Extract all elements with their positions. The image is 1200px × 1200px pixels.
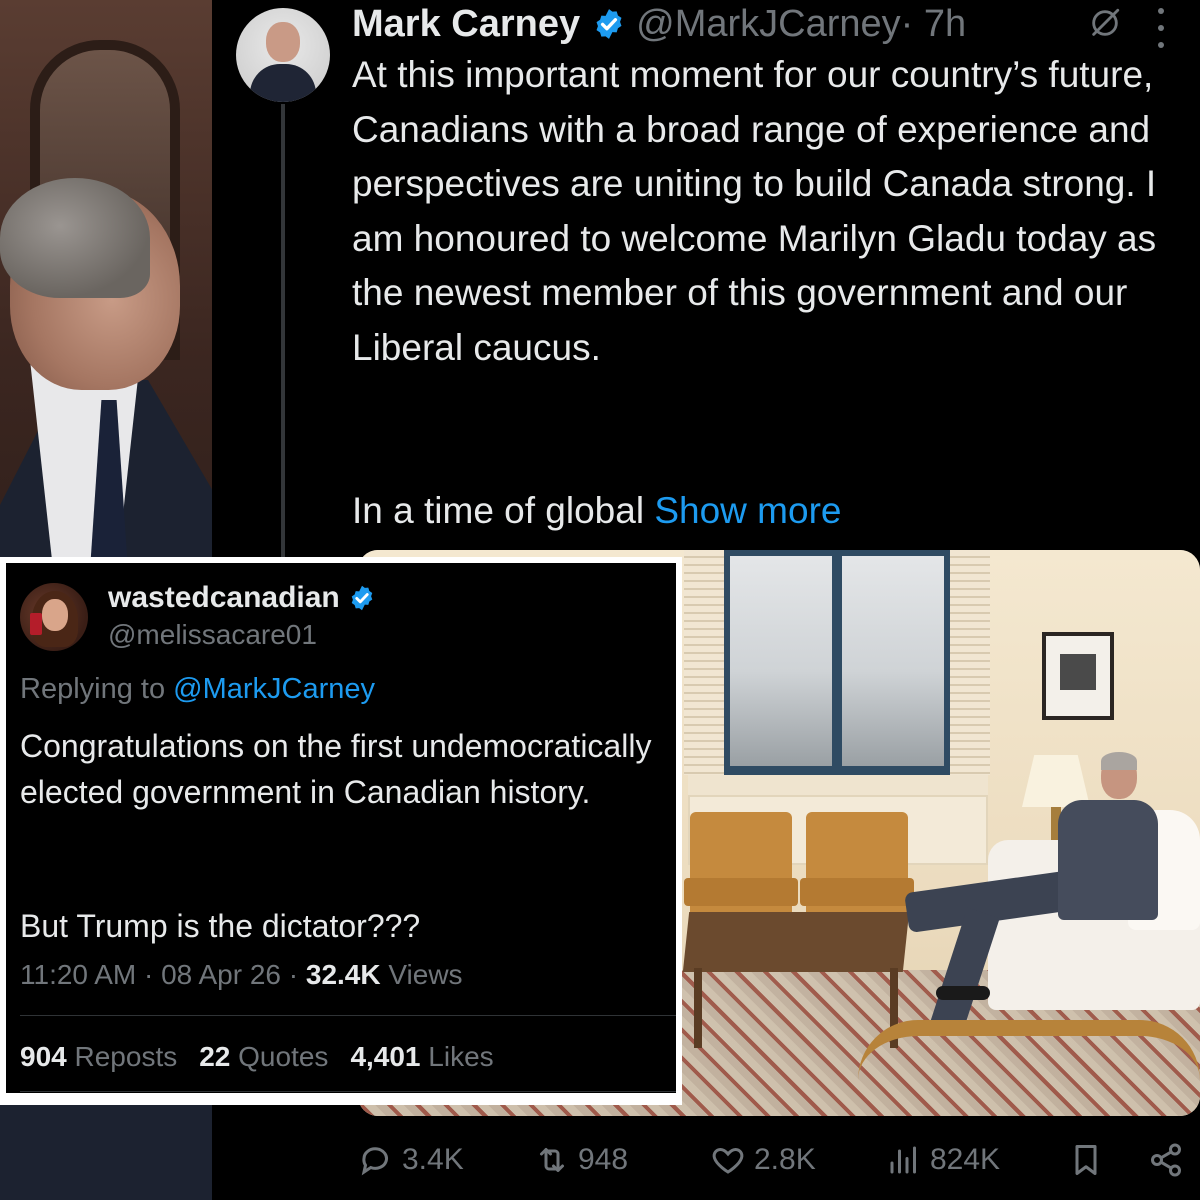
views-button[interactable]: 824K: [886, 1142, 1000, 1178]
analytics-icon: [890, 1146, 916, 1174]
reply-views-label: Views: [380, 959, 463, 990]
show-more-link[interactable]: Show more: [654, 490, 841, 531]
reply-author-avatar[interactable]: [20, 583, 88, 651]
reply-stats: 904 Reposts 22 Quotes 4,401 Likes: [20, 1041, 494, 1073]
avatar-body: [250, 64, 316, 102]
avatar-face: [266, 22, 300, 62]
reply-text: Congratulations on the first undemocrati…: [20, 728, 652, 810]
reply-timestamp[interactable]: 11:20 AM · 08 Apr 26 ·: [20, 959, 306, 990]
replying-to-label: Replying to: [20, 673, 166, 705]
views-count: 824K: [930, 1143, 1001, 1176]
reply-count: 3.4K: [402, 1143, 464, 1176]
bookmark-button[interactable]: [1068, 1142, 1104, 1178]
verified-badge-icon: [596, 9, 622, 39]
photo-hair: [0, 178, 150, 298]
reply-card: wastedcanadian @melissacare01 Replying t…: [0, 557, 682, 1105]
reply-meta: 11:20 AM · 08 Apr 26 · 32.4K Views: [20, 959, 463, 991]
image-coffee-table: [682, 912, 910, 972]
heart-icon: [712, 1147, 744, 1174]
bookmark-icon: [1075, 1145, 1097, 1175]
tweet-actions: 3.4K 948 2.8K 824K: [358, 1138, 1200, 1188]
author-name[interactable]: Mark Carney: [352, 3, 580, 46]
tweet-text: At this important moment for our country…: [352, 54, 1157, 368]
reply-tweet: wastedcanadian @melissacare01 Replying t…: [6, 563, 676, 1093]
divider: [20, 1015, 676, 1016]
quotes-stat[interactable]: 22 Quotes: [199, 1041, 328, 1073]
image-chair: [800, 812, 914, 922]
tweet-time[interactable]: · 7h: [901, 3, 966, 46]
reply-author-row: wastedcanadian: [108, 581, 376, 615]
replying-to-mention[interactable]: @MarkJCarney: [173, 673, 375, 705]
replying-to-line: Replying to @MarkJCarney: [20, 673, 375, 706]
share-icon: [1151, 1143, 1181, 1177]
likes-stat[interactable]: 4,401 Likes: [350, 1041, 493, 1073]
reply-icon: [361, 1147, 388, 1176]
reply-views-count: 32.4K: [305, 959, 381, 990]
image-chair: [684, 812, 798, 922]
like-button[interactable]: 2.8K: [710, 1142, 816, 1178]
reply-author-handle[interactable]: @melissacare01: [108, 619, 317, 651]
tweet-text-truncated: In a time of global: [352, 490, 645, 531]
verified-badge-icon: [351, 585, 373, 611]
divider: [20, 1091, 676, 1092]
grok-icon[interactable]: [1088, 6, 1122, 40]
reposts-stat[interactable]: 904 Reposts: [20, 1041, 177, 1073]
tweet-text-continued: In a time of global Show more: [352, 484, 841, 538]
reply-button[interactable]: 3.4K: [358, 1142, 464, 1178]
reply-text-second: But Trump is the dictator???: [20, 908, 421, 944]
repost-button[interactable]: 948: [534, 1142, 628, 1178]
thread-line: [281, 104, 285, 574]
author-handle[interactable]: @MarkJCarney: [636, 3, 901, 46]
share-button[interactable]: [1148, 1142, 1184, 1178]
repost-icon: [540, 1148, 564, 1172]
image-window: [724, 550, 950, 775]
author-avatar[interactable]: [236, 8, 330, 102]
image-person: [1058, 800, 1158, 920]
more-icon[interactable]: [1156, 8, 1166, 48]
reply-author-name[interactable]: wastedcanadian: [108, 581, 340, 615]
tweet-header: Mark Carney @MarkJCarney · 7h: [352, 2, 966, 46]
like-count: 2.8K: [754, 1143, 816, 1176]
repost-count: 948: [578, 1143, 629, 1176]
image-wall-frame: [1042, 632, 1114, 720]
